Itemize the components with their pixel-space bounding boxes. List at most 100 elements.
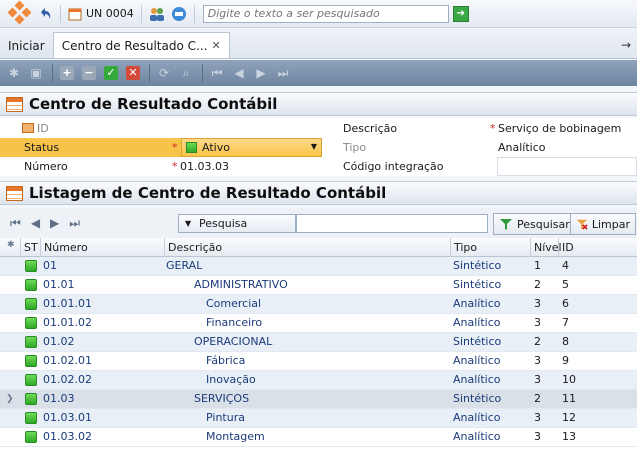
tab-iniciar[interactable]: Iniciar xyxy=(0,34,53,58)
cell-numero: 01.02 xyxy=(43,335,75,348)
new-record-button[interactable]: ✱ xyxy=(4,63,24,83)
close-icon[interactable]: ✕ xyxy=(211,39,220,52)
listing-filter-bar: ⏮ ◀ ▶ ⏭ ▼ Pesquisa Pesquisar Limpar xyxy=(0,208,637,238)
cancel-button[interactable]: ✕ xyxy=(123,63,143,83)
chat-button[interactable] xyxy=(168,4,190,24)
listing-search-input[interactable] xyxy=(296,214,488,233)
first-icon: ⏮ xyxy=(211,65,223,80)
new-document-icon: ✱ xyxy=(8,66,20,80)
form-row-id: ID Descrição * Serviço de bobinagem xyxy=(0,119,637,138)
next-page-icon[interactable]: ▶ xyxy=(50,216,59,230)
global-search-input[interactable] xyxy=(202,4,449,23)
next-record-button[interactable]: ▶ xyxy=(251,63,271,83)
lock-button[interactable]: ▣ xyxy=(26,63,46,83)
clear-filter-icon xyxy=(576,219,588,230)
cell-tipo: Sintético xyxy=(453,259,502,272)
cell-tipo: Sintético xyxy=(453,392,502,405)
table-row[interactable]: 01.02 OPERACIONAL Sintético 2 8 xyxy=(0,333,637,352)
chevron-down-icon: ▼ xyxy=(185,219,192,228)
minus-icon: − xyxy=(82,66,96,80)
status-active-icon xyxy=(25,355,37,367)
id-label: ID xyxy=(37,122,49,135)
cell-nivel: 2 xyxy=(534,335,541,348)
listing-table: ✱ ST Número Descrição Tipo Nível ID 01 GE… xyxy=(0,238,637,462)
confirm-button[interactable]: ✓ xyxy=(101,63,121,83)
status-active-icon xyxy=(25,336,37,348)
prev-record-button[interactable]: ◀ xyxy=(229,63,249,83)
first-record-button[interactable]: ⏮ xyxy=(207,63,227,83)
pesquisar-button[interactable]: Pesquisar xyxy=(493,213,576,235)
last-page-icon[interactable]: ⏭ xyxy=(69,216,80,231)
tab-centro-resultado[interactable]: Centro de Resultado C... ✕ xyxy=(52,32,230,58)
toolbar-separator xyxy=(140,4,142,23)
x-icon: ✕ xyxy=(126,66,140,80)
add-button[interactable]: + xyxy=(57,63,77,83)
remove-button[interactable]: − xyxy=(79,63,99,83)
cell-id: 7 xyxy=(562,316,569,329)
status-active-icon xyxy=(186,142,197,153)
col-descricao[interactable]: Descrição xyxy=(164,238,450,257)
status-active-icon xyxy=(25,260,37,272)
table-row[interactable]: 01.01 ADMINISTRATIVO Sintético 2 5 xyxy=(0,276,637,295)
col-st[interactable]: ST xyxy=(20,238,40,257)
refresh-button[interactable]: ⟳ xyxy=(154,63,174,83)
table-row[interactable]: 01.03.02 Montagem Analítico 3 13 xyxy=(0,428,637,447)
status-select[interactable]: Ativo ▼ xyxy=(181,138,322,157)
descricao-label: Descrição xyxy=(343,122,398,135)
zoom-icon: ⌕ xyxy=(182,65,190,80)
cell-id: 8 xyxy=(562,335,569,348)
prev-page-icon[interactable]: ◀ xyxy=(31,216,40,230)
first-page-icon[interactable]: ⏮ xyxy=(10,216,21,231)
unit-selector[interactable]: UN 0004 xyxy=(65,4,137,24)
toolbar-separator xyxy=(149,64,150,82)
col-tipo[interactable]: Tipo xyxy=(450,238,530,257)
table-row[interactable]: 01.02.01 Fábrica Analítico 3 9 xyxy=(0,352,637,371)
table-row[interactable]: 01 GERAL Sintético 1 4 xyxy=(0,257,637,276)
cell-tipo: Analítico xyxy=(453,297,501,310)
main-toolbar: UN 0004 ➔ xyxy=(0,0,637,28)
next-icon: ▶ xyxy=(256,66,266,80)
status-active-icon xyxy=(25,374,37,386)
pesquisar-label: Pesquisar xyxy=(517,217,570,231)
app-logo-icon xyxy=(6,0,34,28)
required-marker: * xyxy=(172,141,178,154)
last-icon: ⏭ xyxy=(277,65,289,80)
cell-descricao: OPERACIONAL xyxy=(194,335,273,348)
preview-button[interactable]: ⌕ xyxy=(176,63,196,83)
action-toolbar: ✱ ▣ + − ✓ ✕ ⟳ ⌕ ⏮ ◀ ▶ ⏭ xyxy=(0,60,637,86)
cell-numero: 01 xyxy=(43,259,57,272)
col-numero[interactable]: Número xyxy=(40,238,164,257)
cell-id: 6 xyxy=(562,297,569,310)
users-button[interactable] xyxy=(146,4,168,24)
table-row[interactable]: 01.01.01 Comercial Analítico 3 6 xyxy=(0,295,637,314)
col-id[interactable]: ID xyxy=(558,238,637,257)
table-row[interactable]: 01.03.01 Pintura Analítico 3 12 xyxy=(0,409,637,428)
last-record-button[interactable]: ⏭ xyxy=(273,63,293,83)
col-nivel[interactable]: Nível xyxy=(530,238,562,257)
cell-nivel: 2 xyxy=(534,278,541,291)
cell-nivel: 3 xyxy=(534,354,541,367)
status-active-icon xyxy=(25,431,37,443)
cell-numero: 01.03 xyxy=(43,392,75,405)
search-type-dropdown[interactable]: ▼ Pesquisa xyxy=(178,214,296,233)
codigo-field[interactable] xyxy=(497,157,637,176)
listing-section-header: Listagem de Centro de Resultado Contábil xyxy=(0,181,637,205)
cell-tipo: Sintético xyxy=(453,278,502,291)
cell-nivel: 3 xyxy=(534,316,541,329)
required-marker: * xyxy=(172,160,178,173)
table-row[interactable]: 01.02.02 Inovação Analítico 3 10 xyxy=(0,371,637,390)
cell-nivel: 2 xyxy=(534,392,541,405)
tab-scroll-right-icon[interactable]: → xyxy=(621,38,631,52)
cell-numero: 01.01 xyxy=(43,278,75,291)
limpar-button[interactable]: Limpar xyxy=(570,213,636,235)
form-title: Centro de Resultado Contábil xyxy=(29,95,278,113)
descricao-field[interactable]: Serviço de bobinagem xyxy=(498,122,621,135)
cell-nivel: 3 xyxy=(534,430,541,443)
back-button[interactable] xyxy=(34,4,56,24)
table-row[interactable]: ❯ 01.03 SERVIÇOS Sintético 2 11 xyxy=(0,390,637,409)
numero-field[interactable]: 01.03.03 xyxy=(180,160,229,173)
check-icon: ✓ xyxy=(104,66,118,80)
table-row[interactable]: 01.01.02 Financeiro Analítico 3 7 xyxy=(0,314,637,333)
cell-descricao: Financeiro xyxy=(206,316,263,329)
search-go-button[interactable]: ➔ xyxy=(452,5,469,22)
